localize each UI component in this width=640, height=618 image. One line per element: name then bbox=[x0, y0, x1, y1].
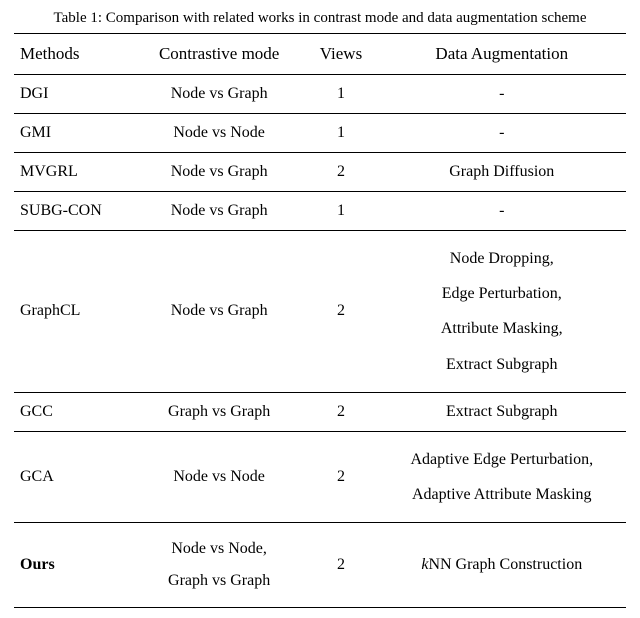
comparison-table: Methods Contrastive mode Views Data Augm… bbox=[14, 33, 626, 608]
cell-method: Ours bbox=[14, 523, 134, 608]
aug-line: Edge Perturbation, bbox=[442, 285, 562, 302]
cell-mode: Node vs Node bbox=[134, 114, 305, 153]
cell-method: DGI bbox=[14, 75, 134, 114]
cell-aug: - bbox=[378, 75, 626, 114]
cell-mode: Node vs Graph bbox=[134, 75, 305, 114]
table-row: GCC Graph vs Graph 2 Extract Subgraph bbox=[14, 392, 626, 431]
cell-mode: Node vs Graph bbox=[134, 192, 305, 231]
cell-views: 1 bbox=[304, 114, 377, 153]
table-row: GCA Node vs Node 2 Adaptive Edge Perturb… bbox=[14, 431, 626, 522]
cell-aug: kNN Graph Construction bbox=[378, 523, 626, 608]
table-row: GraphCL Node vs Graph 2 Node Dropping, E… bbox=[14, 231, 626, 393]
cell-method: GCC bbox=[14, 392, 134, 431]
header-methods: Methods bbox=[14, 34, 134, 75]
cell-method: GraphCL bbox=[14, 231, 134, 393]
header-mode: Contrastive mode bbox=[134, 34, 305, 75]
aug-line: Adaptive Edge Perturbation, bbox=[410, 451, 593, 468]
cell-mode: Graph vs Graph bbox=[134, 392, 305, 431]
cell-views: 2 bbox=[304, 392, 377, 431]
header-aug: Data Augmentation bbox=[378, 34, 626, 75]
cell-method: GMI bbox=[14, 114, 134, 153]
aug-rest: NN Graph Construction bbox=[428, 556, 582, 573]
cell-aug: Node Dropping, Edge Perturbation, Attrib… bbox=[378, 231, 626, 393]
aug-line: Extract Subgraph bbox=[446, 356, 558, 373]
cell-aug: - bbox=[378, 114, 626, 153]
cell-views: 2 bbox=[304, 153, 377, 192]
table-caption: Table 1: Comparison with related works i… bbox=[14, 10, 626, 27]
cell-views: 2 bbox=[304, 431, 377, 522]
cell-method: SUBG-CON bbox=[14, 192, 134, 231]
cell-method: GCA bbox=[14, 431, 134, 522]
cell-aug: Graph Diffusion bbox=[378, 153, 626, 192]
cell-aug: Adaptive Edge Perturbation, Adaptive Att… bbox=[378, 431, 626, 522]
table-row: Ours Node vs Node, Graph vs Graph 2 kNN … bbox=[14, 523, 626, 608]
cell-mode: Node vs Graph bbox=[134, 231, 305, 393]
cell-views: 2 bbox=[304, 231, 377, 393]
table-row: MVGRL Node vs Graph 2 Graph Diffusion bbox=[14, 153, 626, 192]
cell-mode: Node vs Node bbox=[134, 431, 305, 522]
cell-mode: Node vs Graph bbox=[134, 153, 305, 192]
mode-line: Graph vs Graph bbox=[168, 572, 270, 589]
cell-mode: Node vs Node, Graph vs Graph bbox=[134, 523, 305, 608]
cell-aug: - bbox=[378, 192, 626, 231]
cell-method: MVGRL bbox=[14, 153, 134, 192]
cell-views: 1 bbox=[304, 192, 377, 231]
header-views: Views bbox=[304, 34, 377, 75]
table-row: DGI Node vs Graph 1 - bbox=[14, 75, 626, 114]
mode-line: Node vs Node, bbox=[171, 540, 267, 557]
aug-line: Node Dropping, bbox=[450, 250, 554, 267]
table-row: SUBG-CON Node vs Graph 1 - bbox=[14, 192, 626, 231]
cell-views: 2 bbox=[304, 523, 377, 608]
aug-line: Attribute Masking, bbox=[441, 320, 563, 337]
cell-views: 1 bbox=[304, 75, 377, 114]
table-header-row: Methods Contrastive mode Views Data Augm… bbox=[14, 34, 626, 75]
cell-aug: Extract Subgraph bbox=[378, 392, 626, 431]
aug-line: Adaptive Attribute Masking bbox=[412, 486, 592, 503]
table-row: GMI Node vs Node 1 - bbox=[14, 114, 626, 153]
